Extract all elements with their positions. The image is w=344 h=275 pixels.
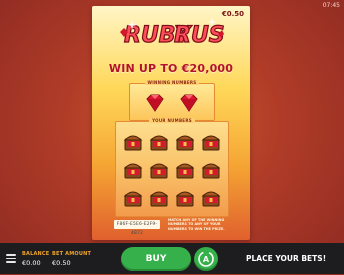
- ruby-rush-logo: RUBY RUSH: [120, 18, 224, 49]
- logo-rush-text: RUSH: [174, 23, 224, 48]
- status-clock: 07:45: [322, 2, 340, 9]
- treasure-chest-icon: [123, 135, 143, 150]
- your-numbers-title: YOUR NUMBERS: [149, 118, 195, 123]
- scratch-cell[interactable]: [172, 128, 198, 156]
- svg-text:A: A: [203, 255, 210, 264]
- scratch-cell[interactable]: [146, 128, 172, 156]
- scratch-cell[interactable]: [198, 156, 224, 184]
- ticket-serial: F86F-E5E6-E2F9-4B72: [114, 220, 160, 236]
- scratch-cell[interactable]: [120, 128, 146, 156]
- headline: WIN UP TO €20,000: [108, 62, 234, 75]
- winning-numbers-panel: WINNING NUMBERS: [129, 80, 215, 121]
- scratch-cell[interactable]: [198, 184, 224, 212]
- treasure-chest-icon: [123, 163, 143, 178]
- treasure-chest-icon: [201, 191, 221, 206]
- place-your-bets-label: PLACE YOUR BETS!: [246, 254, 327, 263]
- treasure-chest-icon: [175, 163, 195, 178]
- buy-button[interactable]: BUY: [121, 247, 191, 271]
- scratch-cell[interactable]: [198, 128, 224, 156]
- treasure-chest-icon: [149, 135, 169, 150]
- balance-label: BALANCE: [22, 251, 50, 257]
- winning-numbers-title: WINNING NUMBERS: [144, 80, 200, 85]
- treasure-chest-icon: [123, 191, 143, 206]
- hamburger-menu-icon[interactable]: [6, 254, 16, 263]
- treasure-chest-icon: [175, 191, 195, 206]
- scratch-cell[interactable]: [172, 156, 198, 184]
- ticket-price: €0.50: [221, 10, 244, 18]
- balance-value: €0.00: [22, 259, 41, 267]
- scratch-cell[interactable]: [120, 156, 146, 184]
- scratch-grid: [120, 128, 224, 212]
- treasure-chest-icon: [201, 135, 221, 150]
- treasure-chest-icon: [149, 191, 169, 206]
- treasure-chest-icon: [149, 163, 169, 178]
- scratch-cell[interactable]: [172, 184, 198, 212]
- scratch-ticket: €0.50 RUBY RUSH WIN UP TO €20,000 WINNIN…: [92, 6, 250, 240]
- treasure-chest-icon: [201, 163, 221, 178]
- bet-amount-label: BET AMOUNT: [52, 251, 92, 257]
- ruby-gem-icon[interactable]: [178, 93, 200, 113]
- bet-amount-value[interactable]: €0.50: [52, 259, 71, 267]
- ticket-instructions: MATCH ANY OF THE WINNING NUMBERS TO ANY …: [168, 218, 225, 231]
- scratch-cell[interactable]: [146, 184, 172, 212]
- scratch-cell[interactable]: [146, 156, 172, 184]
- autoplay-button[interactable]: A: [194, 247, 218, 271]
- autoplay-icon: A: [198, 251, 214, 267]
- treasure-chest-icon: [175, 135, 195, 150]
- scratch-cell[interactable]: [120, 184, 146, 212]
- your-numbers-panel: YOUR NUMBERS: [115, 118, 229, 217]
- ruby-gem-icon[interactable]: [144, 93, 166, 113]
